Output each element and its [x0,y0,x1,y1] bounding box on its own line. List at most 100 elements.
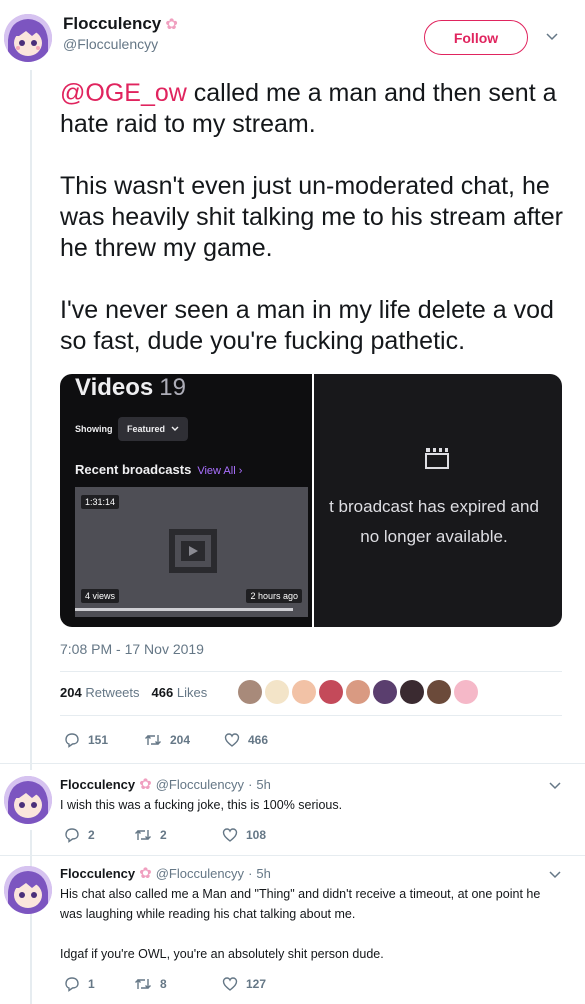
retweet-count: 204 [170,733,191,747]
divider [0,855,585,856]
handle[interactable]: @Flocculencyy [63,36,178,52]
chevron-down-icon[interactable] [546,28,558,44]
display-name[interactable]: Flocculency [60,866,135,881]
avatar[interactable] [4,866,52,914]
video-duration: 1:31:14 [81,495,120,509]
follow-button[interactable]: Follow [424,20,528,55]
reply-header: Flocculency ✿ @Flocculencyy · 5h [60,777,271,792]
liker-avatar[interactable] [427,680,451,704]
avatar[interactable] [4,14,52,62]
liker-avatar[interactable] [400,680,424,704]
mention-link[interactable]: @OGE_ow [60,79,187,107]
reply-icon [65,733,79,748]
divider [60,715,562,716]
tweet-header: Flocculency ✿ @Flocculencyy [63,14,178,52]
heart-icon [224,733,240,747]
reply-time[interactable]: 5h [256,777,270,792]
retweet-button[interactable]: 8 [134,976,167,992]
reply-text: I wish this was a fucking joke, this is … [60,798,343,812]
retweets-stat-count: 204 [60,685,82,700]
display-name-text[interactable]: Flocculency [63,14,161,34]
expired-line-2: no longer available. [360,527,508,546]
tweet-media[interactable]: Videos 19 Showing Featured Recent broadca… [60,374,562,627]
videos-title-text: Videos [75,374,154,401]
display-name[interactable]: Flocculency ✿ [63,14,178,34]
expired-line-1: t broadcast has expired and [329,497,539,516]
heart-icon [222,977,238,991]
video-progress-bar [75,608,293,611]
reply-time[interactable]: 5h [256,866,270,881]
separator-dot: · [248,777,253,792]
liker-avatar[interactable] [319,680,343,704]
media-image-broadcast-expired[interactable]: t broadcast has expired and no longer av… [314,374,562,627]
liker-avatar[interactable] [373,680,397,704]
video-thumbnail: 1:31:14 4 views 2 hours ago [75,487,308,617]
like-count: 108 [246,828,267,842]
avatar-image [4,866,52,914]
avatar[interactable] [4,776,52,824]
heart-icon [222,828,238,842]
retweet-button[interactable]: 204 [144,732,190,748]
likes-stat-label: Likes [176,685,208,700]
video-views: 4 views [81,589,120,603]
reply-text: His chat also called me a Man and "Thing… [60,887,541,921]
recent-broadcasts-text: Recent broadcasts [75,462,192,477]
view-all-text: View All [197,465,236,477]
display-name[interactable]: Flocculency [60,777,135,792]
flower-emoji-icon: ✿ [165,15,178,33]
tweet-text: @OGE_ow called me a man and then sent a … [60,78,565,357]
retweet-icon [135,830,151,840]
separator-dot: · [248,866,253,881]
likes-stat[interactable]: 466 Likes [152,685,208,700]
retweet-count: 2 [160,828,167,842]
like-count: 127 [246,977,267,991]
liker-avatar[interactable] [346,680,370,704]
chevron-down-icon [171,426,179,431]
videos-count: 19 [159,374,186,401]
liker-avatar[interactable] [238,680,262,704]
view-all-link: View All › [197,465,243,477]
recent-broadcasts-title: Recent broadcasts View All › [75,462,242,477]
retweet-button[interactable]: 2 [134,827,167,843]
retweets-stat-label: Retweets [85,685,140,700]
filter-value: Featured [127,424,166,434]
liker-avatar[interactable] [454,680,478,704]
like-button[interactable]: 127 [222,976,266,992]
reply-button[interactable]: 1 [64,976,95,992]
liker-avatar[interactable] [292,680,316,704]
divider [0,763,585,764]
reply-header: Flocculency ✿ @Flocculencyy · 5h [60,866,271,881]
tweet-timestamp[interactable]: 7:08 PM - 17 Nov 2019 [60,641,204,657]
reply-icon [65,828,79,843]
tweet-stats: 204 Retweets 466 Likes [60,685,207,700]
media-image-twitch-videos[interactable]: Videos 19 Showing Featured Recent broadca… [60,374,312,627]
reply-button[interactable]: 2 [64,827,95,843]
tweet-paragraph-2: This wasn't even just un-moderated chat,… [60,172,563,262]
videos-title: Videos 19 [75,374,186,402]
handle[interactable]: @Flocculencyy [156,866,244,881]
chevron-down-icon[interactable] [549,866,561,882]
retweet-icon [145,735,161,745]
expired-message: t broadcast has expired and no longer av… [314,492,562,552]
avatar-image [4,776,52,824]
thread-connector [30,830,32,1004]
video-placeholder-icon [169,529,217,573]
liker-avatar[interactable] [265,680,289,704]
reply-text: Idgaf if you're OWL, you're an absolutel… [60,947,384,961]
reply-icon [65,977,79,992]
flower-emoji-icon: ✿ [139,865,152,882]
reply-button[interactable]: 151 [64,732,108,748]
divider [60,671,562,672]
tweet-paragraph-1: @OGE_ow called me a man and then sent a … [60,78,565,140]
like-button[interactable]: 108 [222,827,266,843]
chevron-down-icon[interactable] [549,777,561,793]
like-button[interactable]: 466 [224,732,268,748]
handle[interactable]: @Flocculencyy [156,777,244,792]
retweets-stat[interactable]: 204 Retweets [60,685,140,700]
reply-count: 151 [88,733,109,747]
flower-emoji-icon: ✿ [139,776,152,793]
reply-count: 2 [88,828,95,842]
thread-connector [30,70,32,770]
like-count: 466 [248,733,269,747]
avatar-image [4,14,52,62]
